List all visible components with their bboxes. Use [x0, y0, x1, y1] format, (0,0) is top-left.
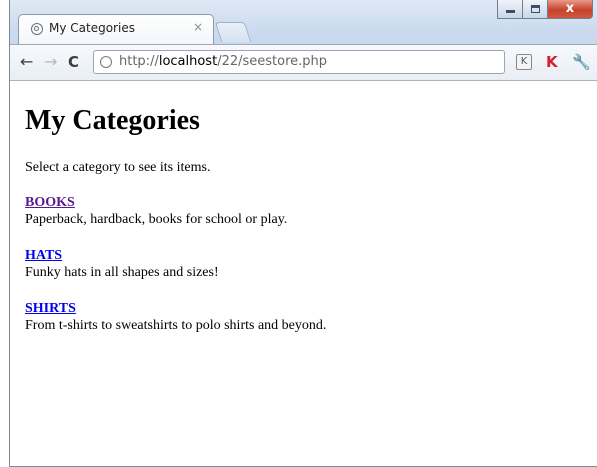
window-controls: x	[497, 0, 593, 20]
kaspersky-icon[interactable]: K	[546, 54, 562, 70]
category-link-hats[interactable]: HATS	[25, 247, 219, 264]
category-hats: HATS Funky hats in all shapes and sizes!	[25, 247, 219, 281]
extension-k-icon[interactable]: K	[516, 54, 532, 70]
back-button[interactable]: ←	[20, 53, 33, 71]
maximize-button[interactable]	[522, 0, 548, 19]
page-icon	[100, 56, 112, 68]
url-scheme: http://	[119, 54, 159, 69]
url-host: localhost	[158, 54, 218, 69]
category-description: Funky hats in all shapes and sizes!	[25, 265, 219, 280]
tab-my-categories[interactable]: My Categories ×	[18, 14, 214, 44]
address-bar[interactable]: http://localhost/22/seestore.php	[93, 50, 505, 74]
category-description: From t-shirts to sweatshirts to polo shi…	[25, 318, 327, 333]
window-close-button[interactable]: x	[547, 0, 593, 19]
intro-text: Select a category to see its items.	[25, 160, 211, 175]
minimize-button[interactable]	[497, 0, 523, 19]
globe-icon	[31, 23, 43, 35]
tab-strip: My Categories × x	[10, 0, 597, 44]
browser-window: My Categories × x ← → C http://localhost…	[9, 0, 597, 467]
category-shirts: SHIRTS From t-shirts to sweatshirts to p…	[25, 300, 326, 334]
category-link-books[interactable]: BOOKS	[25, 194, 287, 211]
new-tab-button[interactable]	[214, 22, 252, 42]
browser-toolbar: ← → C http://localhost/22/seestore.php K…	[10, 44, 597, 81]
wrench-icon[interactable]: 🔧	[572, 54, 591, 70]
reload-button[interactable]: C	[68, 53, 79, 71]
url-path: /22/seestore.php	[217, 54, 328, 69]
category-description: Paperback, hardback, books for school or…	[25, 212, 288, 227]
url-text: http://localhost/22/seestore.php	[119, 54, 327, 69]
category-books: BOOKS Paperback, hardback, books for sch…	[25, 194, 287, 228]
category-link-shirts[interactable]: SHIRTS	[25, 300, 326, 317]
close-icon: x	[565, 1, 575, 16]
page-title: My Categories	[25, 105, 200, 136]
tab-close-button[interactable]: ×	[193, 20, 203, 34]
page-content: My Categories Select a category to see i…	[10, 81, 597, 466]
tab-title: My Categories	[49, 21, 135, 35]
forward-button[interactable]: →	[44, 53, 57, 71]
